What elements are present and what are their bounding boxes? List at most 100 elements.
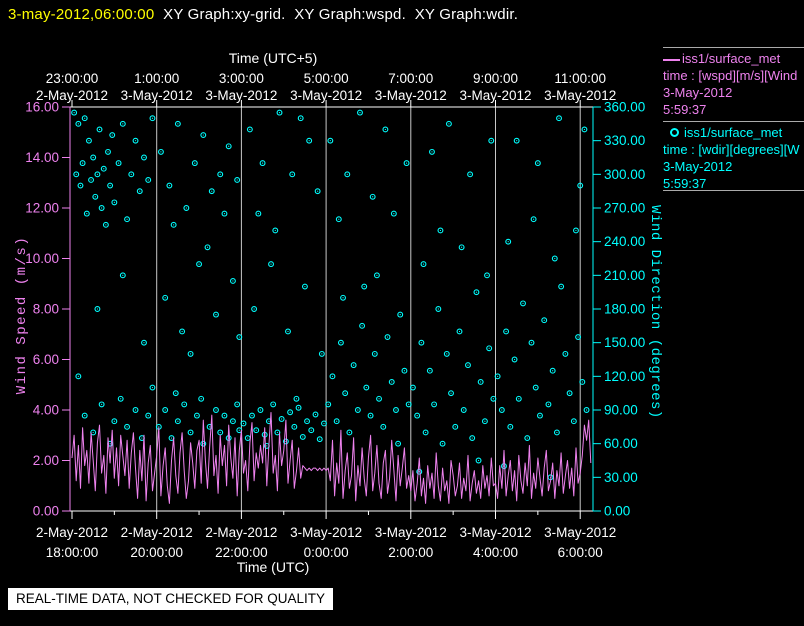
wdir-point-dot	[416, 415, 418, 417]
wdir-point-dot	[183, 403, 185, 405]
wdir-point-dot	[323, 422, 325, 425]
wdir-point-dot	[369, 415, 372, 417]
wdir-point-dot	[552, 370, 554, 372]
tick-label: 6:00:00	[558, 545, 603, 560]
right-axis-ticks: 360.00 330.00 300.00 270.00 240.00 210.00 180.…	[593, 100, 645, 519]
left-tick-label: 10.00	[25, 251, 59, 266]
wdir-point-dot	[374, 353, 376, 355]
wdir-point-dot	[141, 437, 143, 439]
wdir-point-dot	[259, 409, 262, 411]
legend-divider-mid	[663, 121, 804, 122]
wdir-point-dot	[134, 140, 137, 142]
left-tick-label: 8.00	[33, 302, 59, 317]
wdir-point-dot	[547, 403, 550, 405]
wdir-point-dot	[488, 347, 490, 349]
wdir-point-dot	[88, 140, 90, 142]
wdir-point-dot	[558, 117, 560, 119]
wdir-point-dot	[90, 179, 92, 181]
wdir-point-dot	[516, 140, 518, 142]
left-tick-label: 0.00	[33, 504, 59, 519]
wdir-point-dot	[266, 445, 268, 447]
wdir-point-dot	[111, 134, 113, 136]
wdir-point-dot	[289, 411, 291, 413]
wdir-point-dot	[575, 229, 577, 232]
wdir-point-dot	[130, 173, 132, 175]
circle-marker-icon	[670, 128, 679, 138]
wdir-point-dot	[198, 263, 200, 265]
legend-field: time : [wdir][degrees][W	[663, 142, 800, 157]
wdir-point-dot	[492, 398, 494, 400]
wdir-point-dot	[261, 162, 264, 164]
wdir-point-dot	[403, 370, 406, 372]
wdir-point-dot	[422, 263, 425, 265]
wdir-point-dot	[554, 257, 556, 260]
wdir-point-dot	[577, 336, 579, 338]
wdir-point-dot	[293, 426, 295, 428]
tick-label: 23:00:00	[46, 71, 99, 86]
left-tick-label: 6.00	[33, 352, 59, 367]
wdir-point-dot	[139, 190, 141, 192]
wdir-point-dot	[302, 436, 304, 438]
wdir-point-dot	[408, 403, 410, 405]
wdir-point-dot	[147, 179, 149, 181]
wdir-point-dot	[189, 431, 192, 434]
right-tick-label: 30.00	[604, 470, 638, 485]
wdir-point-dot	[463, 409, 465, 411]
right-tick-label: 210.00	[604, 268, 645, 283]
wdir-point-dot	[175, 392, 177, 394]
wdir-point-dot	[79, 184, 82, 187]
tick-label: 9:00:00	[473, 71, 518, 86]
tick-label: 5:00:00	[304, 71, 349, 86]
tick-label: 3-May-2012	[375, 525, 447, 540]
wdir-point-dot	[308, 140, 310, 142]
wdir-point-dot	[327, 403, 329, 405]
wdir-point-dot	[209, 426, 211, 428]
wdir-point-dot	[497, 375, 499, 377]
wdir-point-dot	[103, 168, 105, 170]
wdir-point-dot	[170, 437, 173, 439]
wdir-point-dot	[92, 156, 94, 159]
wdir-point-dot	[94, 196, 96, 198]
tick-label: 3-May-2012	[375, 88, 447, 103]
wdir-point-dot	[486, 274, 488, 276]
right-tick-label: 60.00	[604, 436, 638, 451]
wdir-point-dot	[331, 375, 334, 377]
wdir-point-dot	[573, 420, 575, 422]
wdir-point-dot	[543, 319, 545, 321]
wdir-point-dot	[238, 336, 240, 338]
legend-entry-wspd: iss1/surface_met time : [wspd][m/s][Wind…	[663, 50, 804, 118]
wdir-point-dot	[382, 426, 384, 428]
wdir-point-dot	[206, 246, 209, 248]
left-tick-label: 14.00	[25, 150, 59, 165]
wdir-point-dot	[151, 117, 154, 119]
left-axis-ticks: 16.00 14.00 12.00 10.00 8.00 6.00 4.00 2.00 0.00	[25, 100, 70, 519]
wdir-point-dot	[490, 140, 492, 142]
wdir-point-dot	[151, 386, 154, 389]
wdir-point-dot	[117, 162, 120, 164]
wdir-point-dot	[581, 381, 583, 383]
wdir-point-dot	[92, 431, 94, 434]
wdir-point-dot	[357, 409, 359, 411]
wdir-point-dot	[278, 112, 281, 114]
legend-time: 5:59:37	[663, 102, 707, 117]
wdir-point-dot	[219, 431, 221, 434]
tick-label: 3-May-2012	[121, 88, 193, 103]
wdir-point-dot	[319, 438, 321, 440]
wdir-point-dot	[81, 162, 84, 164]
wdir-point-dot	[196, 415, 198, 417]
wdir-point-dot	[223, 415, 226, 417]
wdir-point-dot	[386, 336, 389, 338]
wdir-point-dot	[425, 431, 427, 434]
wdir-point-dot	[173, 224, 175, 226]
wdir-point-dot	[291, 173, 293, 175]
wdir-point-dot	[569, 392, 571, 394]
wdir-point-dot	[215, 409, 217, 411]
tick-label: 1:00:00	[134, 71, 179, 86]
right-tick-label: 150.00	[604, 335, 645, 350]
wdir-point-dot	[399, 314, 401, 316]
wdir-point-dot	[84, 415, 86, 417]
bottom-axis-title: Time (UTC)	[237, 559, 310, 575]
right-tick-label: 0.00	[604, 504, 630, 519]
wdir-point-dot	[579, 184, 581, 187]
wdir-point-dot	[113, 201, 115, 203]
